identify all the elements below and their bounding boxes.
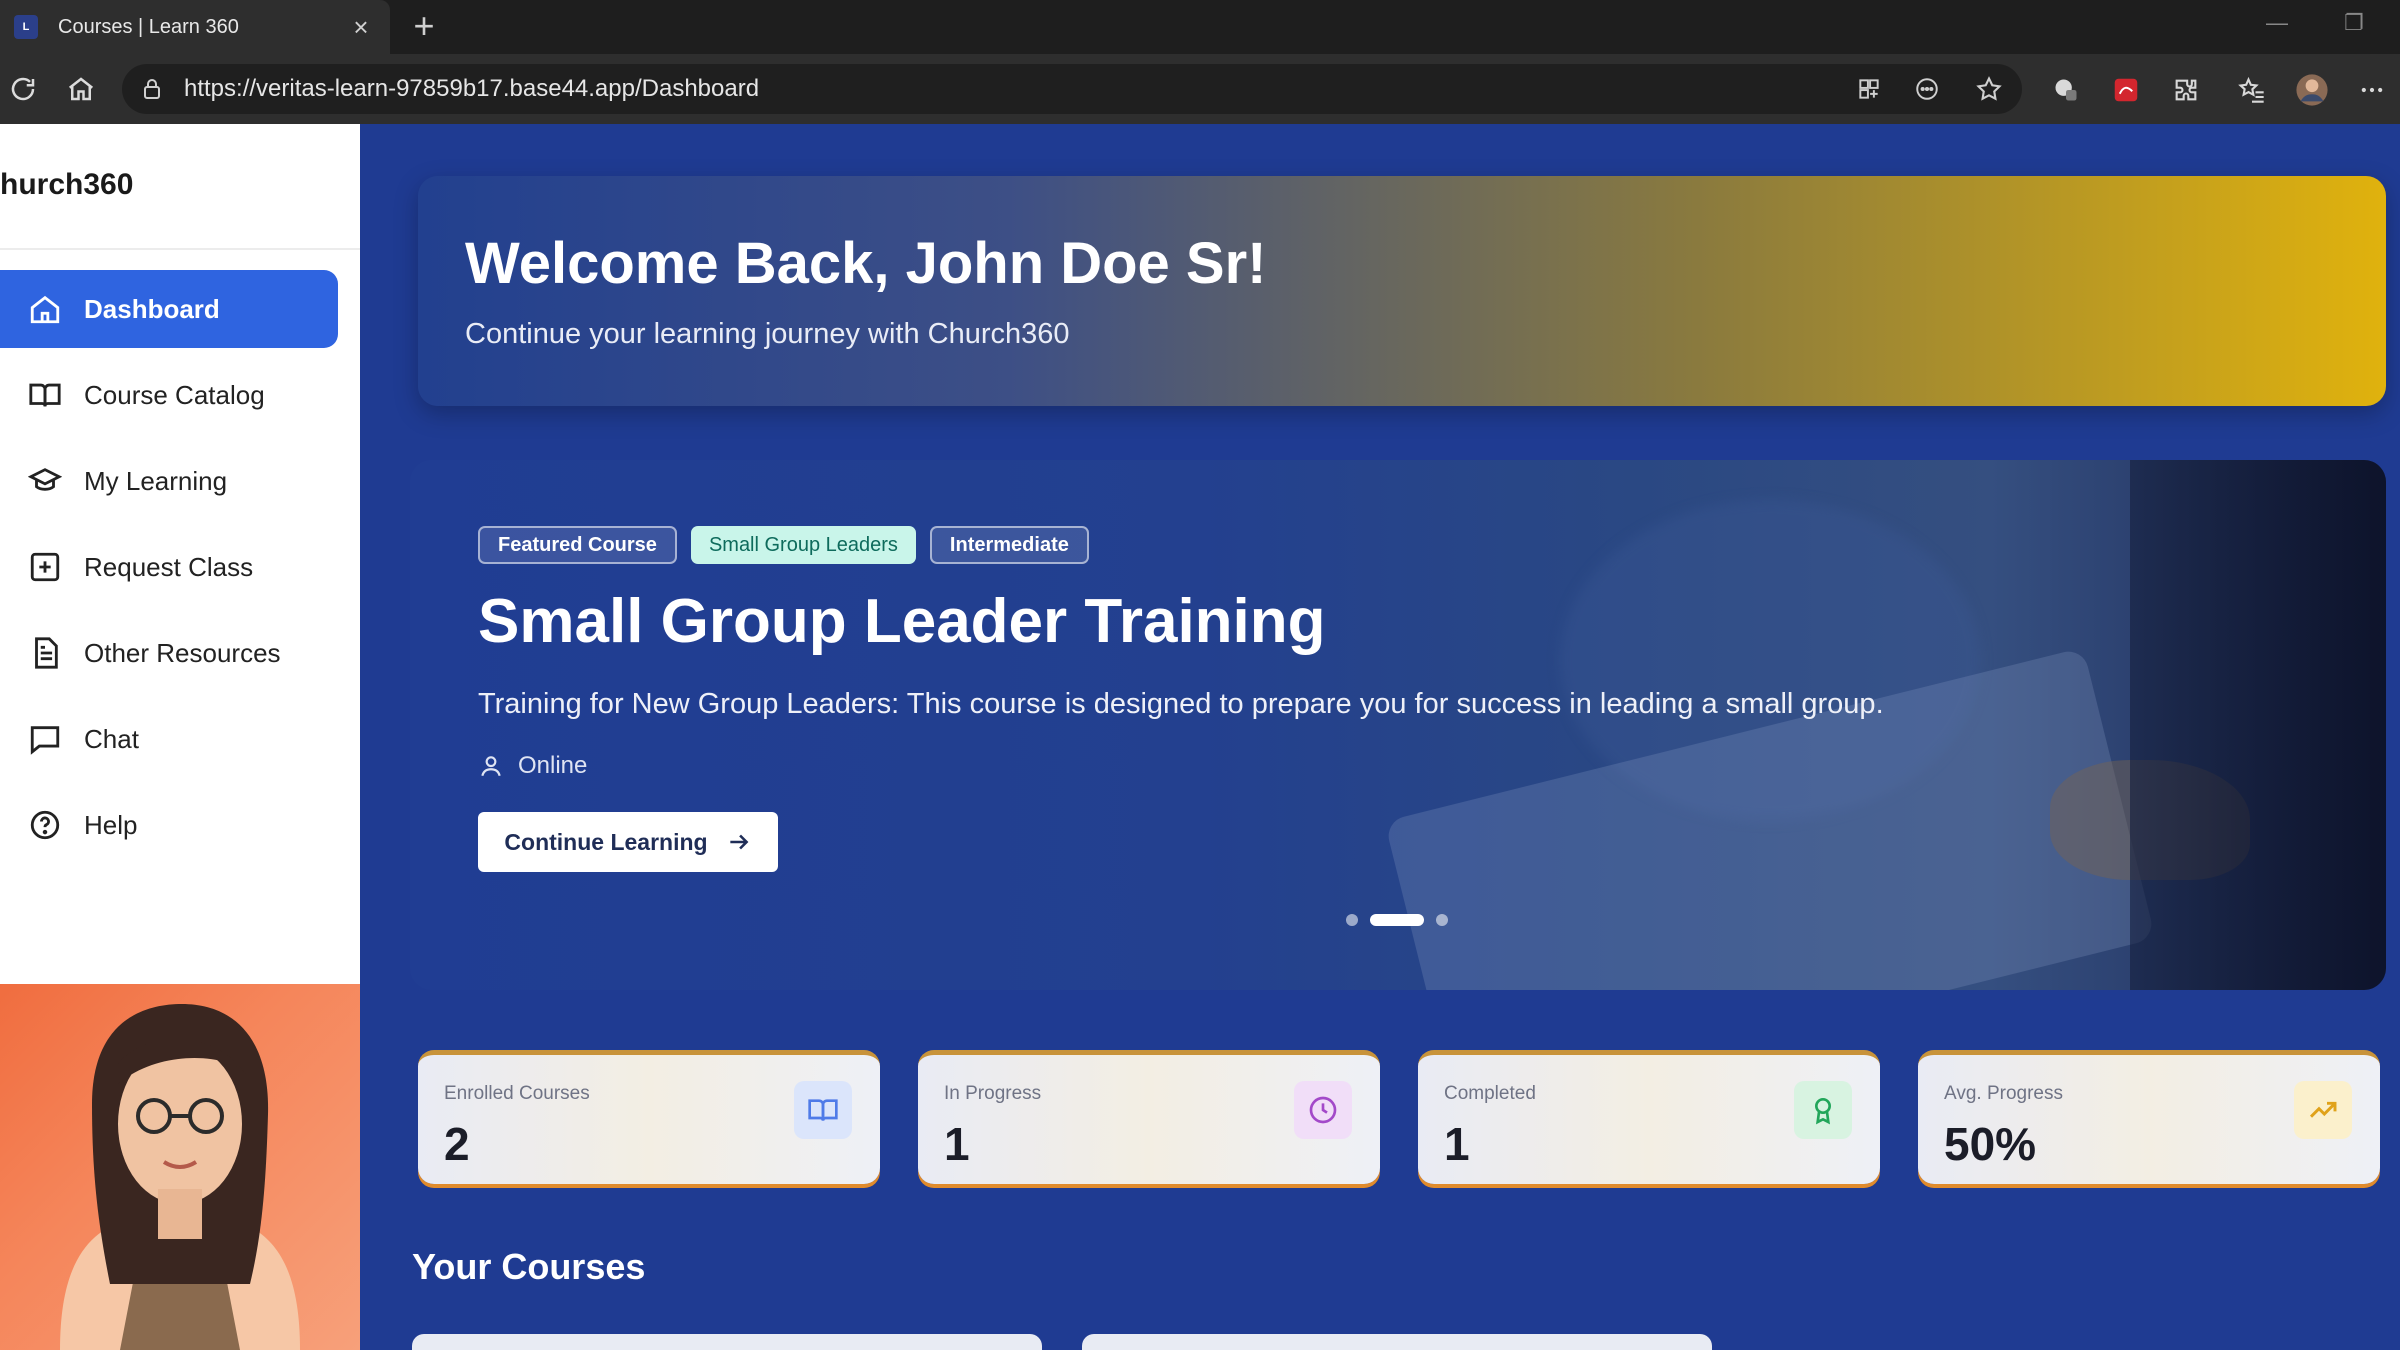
browser-tabbar: L Courses | Learn 360 × + — ❐: [0, 0, 2400, 54]
main-content: Welcome Back, John Doe Sr! Continue your…: [360, 124, 2400, 1350]
browser-tab[interactable]: L Courses | Learn 360 ×: [0, 0, 390, 54]
sidebar-item-label: My Learning: [84, 465, 228, 496]
home-icon: [30, 295, 60, 324]
continue-learning-label: Continue Learning: [504, 828, 708, 855]
course-card[interactable]: [1082, 1334, 1712, 1350]
help-circle-icon: [30, 810, 60, 840]
pdf-extension-icon[interactable]: [2106, 70, 2146, 110]
sidebar-item-other-resources[interactable]: Other Resources: [0, 614, 338, 692]
extension-shield-icon[interactable]: [2046, 70, 2086, 110]
reload-icon[interactable]: [4, 70, 42, 108]
hero-person-shadow: [2130, 460, 2386, 990]
stat-card-avg-progress: Avg. Progress 50%: [1918, 1050, 2380, 1184]
favicon-icon: L: [14, 15, 38, 39]
address-toolbar: https://veritas-learn-97859b17.base44.ap…: [0, 54, 2400, 124]
welcome-banner: Welcome Back, John Doe Sr! Continue your…: [418, 176, 2386, 406]
sidebar-item-dashboard[interactable]: Dashboard: [0, 270, 338, 348]
stat-card-enrolled: Enrolled Courses 2: [418, 1050, 880, 1184]
sidebar-item-help[interactable]: Help: [0, 786, 338, 864]
clock-icon: [1294, 1081, 1352, 1139]
stat-label: Enrolled Courses: [444, 1083, 590, 1104]
favorite-star-icon[interactable]: [1970, 70, 2008, 108]
graduation-cap-icon: [28, 468, 62, 491]
tab-close-icon[interactable]: ×: [346, 12, 376, 43]
tag-category: Small Group Leaders: [690, 526, 916, 564]
featured-course-title: Small Group Leader Training: [478, 587, 1326, 656]
award-icon: [1794, 1081, 1852, 1139]
welcome-title: Welcome Back, John Doe Sr!: [465, 231, 1267, 296]
restore-icon[interactable]: ❐: [2344, 10, 2364, 36]
plus-square-icon: [30, 552, 60, 582]
stat-value: 1: [1444, 1118, 1470, 1170]
more-tools-icon[interactable]: [1908, 70, 1946, 108]
tag-level: Intermediate: [929, 526, 1089, 564]
brand-name: hurch360: [0, 168, 134, 201]
carousel-indicators: [1346, 914, 1448, 926]
address-bar[interactable]: https://veritas-learn-97859b17.base44.ap…: [122, 64, 2022, 114]
trending-up-icon: [2294, 1081, 2352, 1139]
sidebar-item-request-class[interactable]: Request Class: [0, 528, 338, 606]
minimize-icon[interactable]: —: [2266, 10, 2288, 36]
course-tags: Featured Course Small Group Leaders Inte…: [478, 526, 1089, 564]
sidebar-item-label: Help: [84, 809, 138, 840]
tag-featured: Featured Course: [478, 526, 677, 564]
featured-course-carousel[interactable]: Featured Course Small Group Leaders Inte…: [410, 460, 2386, 990]
sidebar-item-label: Course Catalog: [84, 379, 265, 410]
carousel-dot-3[interactable]: [1436, 914, 1448, 926]
user-icon: [481, 756, 501, 777]
stat-label: Completed: [1444, 1083, 1536, 1104]
profile-avatar[interactable]: [2292, 70, 2332, 110]
featured-course-description: Training for New Group Leaders: This cou…: [478, 688, 1884, 720]
sidebar-divider: [0, 248, 360, 250]
carousel-dot-2[interactable]: [1370, 914, 1424, 926]
continue-learning-button[interactable]: Continue Learning: [478, 812, 778, 872]
sidebar-item-course-catalog[interactable]: Course Catalog: [0, 356, 338, 434]
stat-value: 50%: [1944, 1118, 2037, 1170]
your-courses-heading: Your Courses: [412, 1246, 646, 1287]
course-mode-label: Online: [518, 752, 588, 779]
presenter-avatar: [60, 1004, 300, 1350]
presenter-video: [0, 984, 360, 1350]
tab-title: Courses | Learn 360: [58, 15, 239, 38]
app-grid-icon[interactable]: [1850, 70, 1888, 108]
stat-label: Avg. Progress: [1944, 1083, 2063, 1104]
browser-menu-icon[interactable]: [2352, 70, 2392, 110]
sidebar-item-chat[interactable]: Chat: [0, 700, 338, 778]
sidebar: hurch360 Dashboard Course Catalog My Lea…: [0, 124, 360, 984]
sidebar-item-label: Request Class: [84, 551, 254, 582]
sidebar-item-label: Other Resources: [84, 637, 281, 668]
url-text: https://veritas-learn-97859b17.base44.ap…: [184, 75, 760, 102]
message-square-icon: [30, 726, 60, 755]
lock-icon: [144, 79, 160, 99]
sidebar-item-label: Chat: [84, 723, 139, 754]
stat-label: In Progress: [944, 1083, 1042, 1104]
stat-card-completed: Completed 1: [1418, 1050, 1880, 1184]
file-text-icon: [35, 637, 58, 669]
book-open-icon: [29, 383, 61, 407]
sidebar-item-label: Dashboard: [84, 293, 220, 324]
home-browser-icon[interactable]: [62, 70, 100, 108]
carousel-dot-1[interactable]: [1346, 914, 1358, 926]
course-card[interactable]: [412, 1334, 1042, 1350]
stat-card-in-progress: In Progress 1: [918, 1050, 1380, 1184]
book-open-icon: [794, 1081, 852, 1139]
course-mode: Online: [478, 752, 587, 780]
stat-value: 2: [444, 1118, 470, 1170]
welcome-subtitle: Continue your learning journey with Chur…: [465, 318, 1070, 350]
sidebar-item-my-learning[interactable]: My Learning: [0, 442, 338, 520]
favorites-list-icon[interactable]: [2232, 70, 2272, 110]
extensions-puzzle-icon[interactable]: [2166, 70, 2206, 110]
stat-value: 1: [944, 1118, 970, 1170]
arrow-right-icon: [729, 834, 748, 850]
new-tab-button[interactable]: +: [404, 6, 444, 46]
